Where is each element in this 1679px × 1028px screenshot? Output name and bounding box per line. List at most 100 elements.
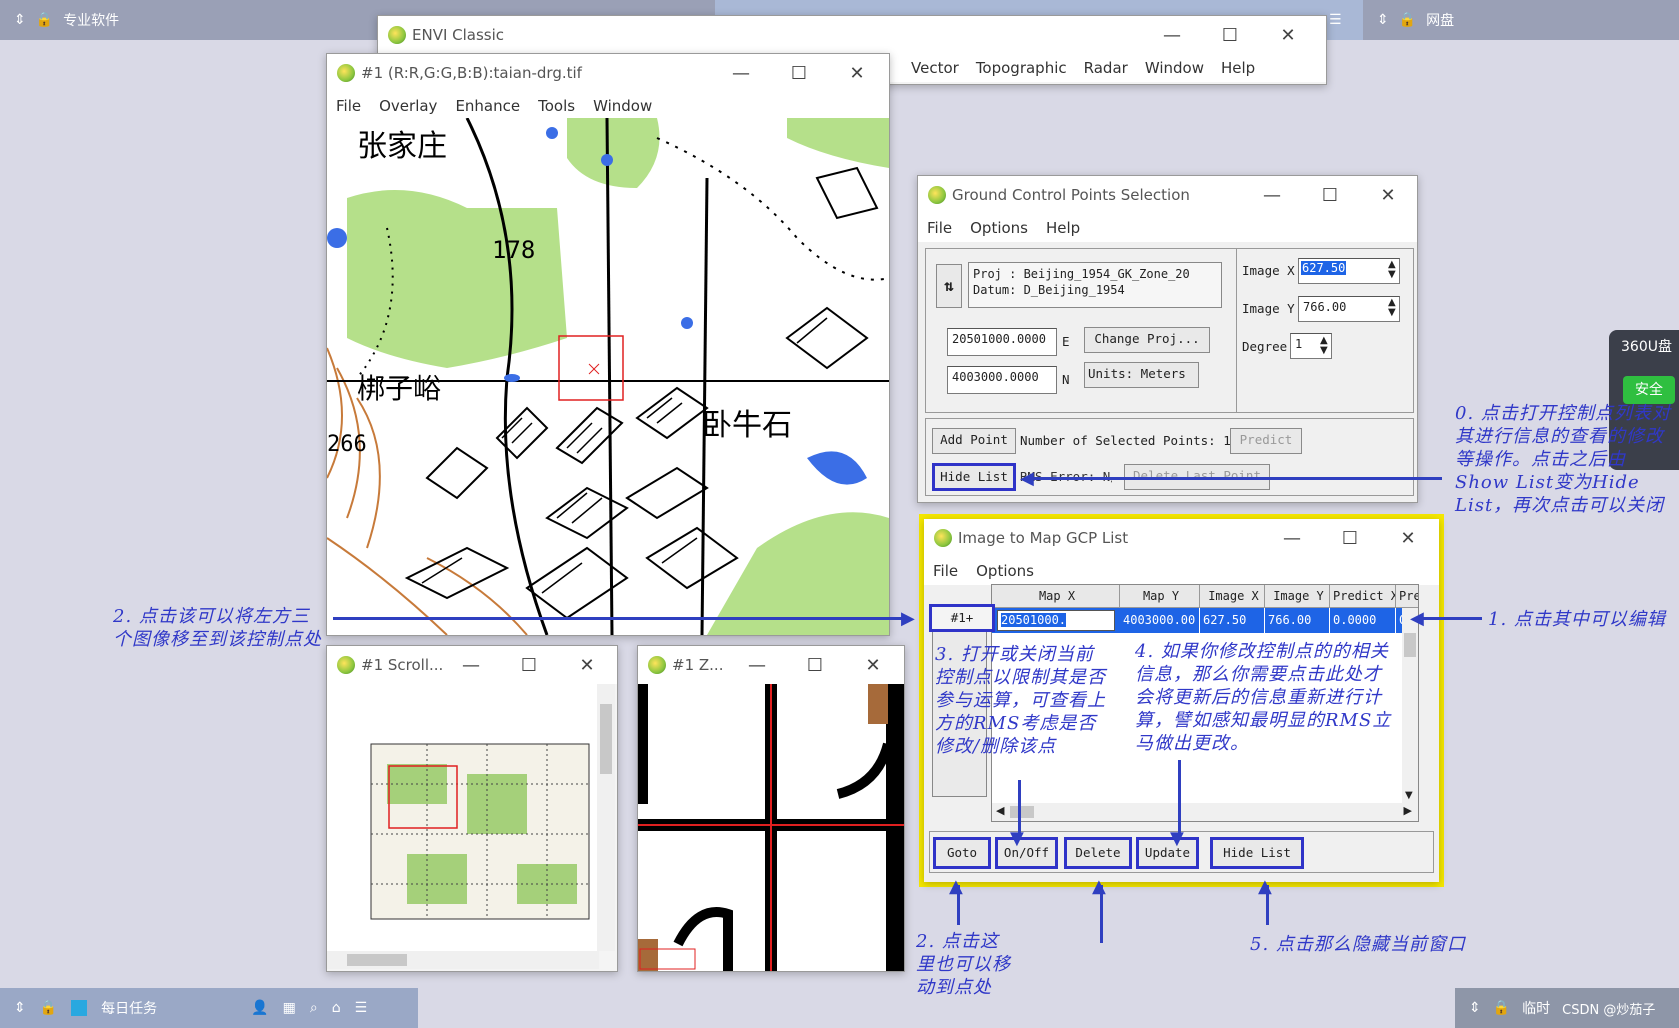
maximize-icon[interactable]: ☐ (1201, 25, 1259, 46)
close-icon[interactable]: ✕ (828, 63, 886, 84)
gcp-table-h-scrollbar[interactable]: ◀ ▶ (992, 803, 1418, 821)
predict-button[interactable]: Predict (1230, 428, 1302, 454)
menu-options[interactable]: Options (970, 219, 1028, 237)
gcp-table-v-scrollbar[interactable]: ▼ (1402, 608, 1418, 803)
on-off-button[interactable]: On/Off (995, 837, 1058, 869)
temp-label[interactable]: 临时 (1522, 998, 1550, 1018)
maximize-icon[interactable]: ☐ (500, 655, 558, 676)
minimize-icon[interactable]: — (1143, 25, 1201, 46)
menu-file[interactable]: File (927, 219, 952, 237)
lock-icon: 🔒 (39, 1000, 58, 1016)
scroll-v-scrollbar[interactable] (597, 684, 615, 951)
checkbox-icon[interactable] (71, 1000, 88, 1016)
menu-tools[interactable]: Tools (538, 97, 575, 115)
zoom-canvas[interactable] (638, 684, 904, 971)
map-label-bangziyu: 梆子峪 (357, 372, 441, 405)
lock-icon: 🔒 (1492, 1000, 1511, 1016)
northing-field[interactable]: 4003000.0000 (947, 366, 1057, 394)
minimize-icon[interactable]: — (1263, 528, 1321, 549)
scroll-v-thumb[interactable] (600, 704, 612, 774)
gcp-table-header: Map X Map Y Image X Image Y Predict X Pr… (992, 585, 1418, 608)
menu-icon[interactable]: ☰ (1329, 12, 1342, 28)
chevron-left-icon[interactable]: ◀ (996, 804, 1004, 817)
maximize-icon[interactable]: ☐ (1301, 185, 1359, 206)
column-map-y[interactable]: Map Y (1120, 585, 1200, 608)
swap-projection-icon[interactable]: ⇅ (936, 264, 962, 308)
units-selector[interactable]: Units: Meters (1084, 362, 1199, 388)
column-map-x[interactable]: Map X (992, 585, 1120, 608)
minimize-icon[interactable]: — (1243, 185, 1301, 206)
menu-topographic[interactable]: Topographic (976, 59, 1067, 77)
menu-help[interactable]: Help (1221, 59, 1255, 77)
chevron-up-down-icon[interactable]: ⇕ (1377, 12, 1389, 28)
menu-window[interactable]: Window (593, 97, 652, 115)
maximize-icon[interactable]: ☐ (786, 655, 844, 676)
close-icon[interactable]: ✕ (844, 655, 902, 676)
map-x-edit-cell[interactable]: 20501000. (997, 610, 1115, 631)
goto-button[interactable]: Goto (933, 837, 991, 869)
minimize-icon[interactable]: — (712, 63, 770, 84)
menu-radar[interactable]: Radar (1084, 59, 1128, 77)
gcp-list-title: Image to Map GCP List (958, 529, 1129, 547)
column-predict-y[interactable]: Pre (1396, 585, 1418, 608)
hide-list-bottom-button[interactable]: Hide List (1210, 837, 1304, 869)
easting-field[interactable]: 20501000.0000 (947, 328, 1057, 356)
annotation-0: 0. 点击打开控制点列表对其进行信息的查看的修改等操作。点击之后由Show Li… (1455, 403, 1671, 516)
menu-window[interactable]: Window (1145, 59, 1204, 77)
menu-icon[interactable]: ☰ (355, 1000, 368, 1016)
image-y-cell[interactable]: 766.00 (1265, 608, 1330, 633)
maximize-icon[interactable]: ☐ (1321, 528, 1379, 549)
close-icon[interactable]: ✕ (1359, 185, 1417, 206)
maximize-icon[interactable]: ☐ (770, 63, 828, 84)
degree-spinner[interactable]: ▲ ▼ (1320, 336, 1328, 356)
minimize-icon[interactable]: — (442, 655, 500, 676)
gcp-table-h-thumb[interactable] (1010, 806, 1034, 818)
chevron-right-icon[interactable]: ▶ (1404, 804, 1412, 817)
image-y-spinner[interactable]: ▲ ▼ (1388, 298, 1396, 318)
gcp-table-v-thumb[interactable] (1404, 633, 1416, 657)
menu-overlay[interactable]: Overlay (379, 97, 437, 115)
minimize-icon[interactable]: — (728, 655, 786, 676)
chevron-up-down-icon[interactable]: ⇕ (14, 12, 26, 28)
close-icon[interactable]: ✕ (1259, 25, 1317, 46)
menu-file[interactable]: File (336, 97, 361, 115)
close-icon[interactable]: ✕ (558, 655, 616, 676)
chevron-up-down-icon[interactable]: ⇕ (1469, 1000, 1481, 1016)
image-y-field[interactable]: 766.00 (1298, 296, 1400, 322)
update-button[interactable]: Update (1136, 837, 1199, 869)
shirt-icon[interactable]: ⌂ (332, 1000, 341, 1016)
column-image-x[interactable]: Image X (1200, 585, 1265, 608)
hide-list-button[interactable]: Hide List (932, 463, 1016, 491)
image-x-field[interactable]: 627.50 (1298, 258, 1400, 284)
user-icon[interactable]: 👤 (251, 1000, 268, 1016)
scroll-canvas[interactable] (327, 684, 599, 951)
calendar-icon[interactable]: ▦ (283, 1000, 296, 1016)
add-point-button[interactable]: Add Point (932, 428, 1016, 454)
predict-x-cell[interactable]: 0.0000 (1330, 608, 1396, 633)
daily-task-label[interactable]: 每日任务 (101, 998, 157, 1018)
search-icon[interactable]: ⌕ (310, 1000, 318, 1016)
close-icon[interactable]: ✕ (1379, 528, 1437, 549)
table-row[interactable]: 20501000. 4003000.00 627.50 766.00 0.000… (992, 608, 1418, 633)
menu-file[interactable]: File (933, 562, 958, 580)
delete-button[interactable]: Delete (1064, 837, 1132, 869)
image-menu-bar: File Overlay Enhance Tools Window (327, 92, 889, 120)
chevron-up-down-icon[interactable]: ⇕ (14, 1000, 26, 1016)
column-image-y[interactable]: Image Y (1265, 585, 1330, 608)
map-y-cell[interactable]: 4003000.00 (1120, 608, 1200, 633)
chevron-down-icon[interactable]: ▼ (1405, 790, 1413, 801)
gcp-row-toggle-button[interactable]: #1+ (929, 604, 995, 632)
change-proj-button[interactable]: Change Proj... (1084, 327, 1210, 353)
menu-help[interactable]: Help (1046, 219, 1080, 237)
lock-icon: 🔒 (1398, 12, 1417, 28)
menu-vector[interactable]: Vector (911, 59, 959, 77)
menu-enhance[interactable]: Enhance (455, 97, 520, 115)
scroll-h-scrollbar[interactable] (327, 951, 599, 969)
map-canvas[interactable]: 张家庄 178 梆子峪 卧牛石 266 (327, 118, 889, 635)
image-x-spinner[interactable]: ▲ ▼ (1388, 260, 1396, 280)
column-predict-x[interactable]: Predict X (1330, 585, 1396, 608)
menu-options[interactable]: Options (976, 562, 1034, 580)
scroll-h-thumb[interactable] (347, 954, 407, 966)
image-x-cell[interactable]: 627.50 (1200, 608, 1265, 633)
gcp-list-menu-bar: File Options (924, 557, 1439, 585)
